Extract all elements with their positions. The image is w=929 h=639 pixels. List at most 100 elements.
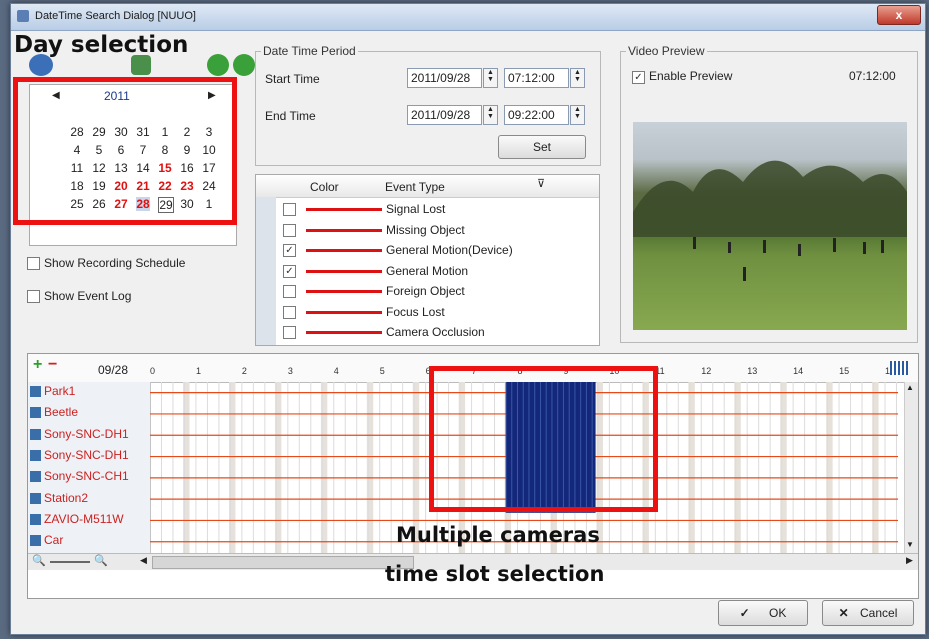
event-row[interactable]: Focus Lost [256, 302, 599, 322]
event-type-label: General Motion(Device) [386, 243, 513, 257]
set-button[interactable]: Set [498, 135, 586, 159]
scroll-up-icon[interactable]: ▲ [906, 383, 914, 392]
camera-name: Car [44, 533, 64, 548]
hour-tick-label: 2 [241, 366, 247, 376]
camera-name: Sony-SNC-DH1 [44, 447, 129, 462]
title-bar: DateTime Search Dialog [NUUO] x [11, 4, 925, 31]
event-checkbox[interactable] [283, 305, 296, 319]
event-color-line [306, 269, 382, 273]
enable-preview-checkbox[interactable]: ✓ [632, 71, 645, 84]
park-scene [633, 160, 907, 281]
event-color-line [306, 290, 382, 293]
filter-icon[interactable]: ⊽ [537, 177, 545, 190]
cancel-x-icon: ✕ [838, 606, 849, 620]
camera-row-label[interactable]: ZAVIO-M511W [28, 510, 156, 529]
ok-button[interactable]: ✓ OK [718, 600, 808, 626]
event-type-label: General Motion [386, 263, 469, 278]
scroll-down-icon[interactable]: ▼ [906, 540, 914, 549]
show-recording-schedule-checkbox[interactable] [27, 257, 40, 270]
camera-row-label[interactable]: Sony-SNC-DH1 [28, 446, 156, 465]
event-row[interactable]: ✓ General Motion [256, 261, 599, 281]
refresh-icon[interactable] [131, 55, 151, 75]
go-forward-icon[interactable] [233, 54, 255, 76]
day-selection-annotation: Day selection [14, 32, 189, 58]
event-type-label: Missing Object [386, 222, 465, 237]
multi-camera-annotation-line1: Multiple cameras [396, 523, 600, 547]
start-time-label: Start Time [265, 72, 320, 86]
start-time-input[interactable]: 07:12:00 [504, 68, 569, 88]
end-time-label: End Time [265, 109, 316, 123]
scroll-left-icon[interactable]: ◀ [140, 555, 147, 566]
event-color-line [306, 208, 382, 211]
event-color-line [306, 228, 382, 232]
zoom-out-icon[interactable]: − [48, 356, 57, 374]
end-time-input[interactable]: 09:22:00 [504, 105, 569, 125]
event-checkbox[interactable] [283, 223, 296, 237]
camera-name: Sony-SNC-CH1 [44, 469, 129, 484]
event-type-table: Color Event Type ⊽ Signal Lost Missing Ob… [255, 174, 600, 346]
camera-icon [30, 513, 41, 525]
camera-row-label[interactable]: Beetle [28, 403, 156, 422]
camera-row-label[interactable]: Park1 [28, 382, 156, 401]
camera-row-label[interactable]: Station2 [28, 489, 156, 508]
camera-icon [30, 535, 41, 547]
hour-tick-label: 13 [747, 366, 758, 376]
end-time-spinner[interactable]: ▲ ▼ [570, 105, 585, 125]
event-checkbox[interactable]: ✓ [283, 264, 296, 278]
event-type-label: Signal Lost [386, 202, 446, 216]
start-time-spinner[interactable]: ▲ ▼ [570, 68, 585, 88]
camera-name: Beetle [44, 405, 79, 420]
end-date-spinner[interactable]: ▲ ▼ [483, 105, 498, 125]
camera-name: Station2 [44, 490, 89, 505]
camera-name: Sony-SNC-DH1 [44, 426, 129, 441]
event-row[interactable]: Signal Lost [256, 199, 599, 219]
scroll-right-icon[interactable]: ▶ [906, 555, 913, 566]
event-checkbox[interactable] [283, 203, 296, 216]
event-row[interactable]: Foreign Object [256, 281, 599, 301]
timeline-scale-icon[interactable] [890, 361, 908, 375]
start-date-spinner[interactable]: ▲ ▼ [483, 68, 498, 88]
go-back-icon[interactable] [207, 54, 229, 76]
event-checkbox[interactable]: ✓ [283, 244, 296, 257]
show-event-log-checkbox[interactable] [27, 290, 40, 303]
end-date-input[interactable]: 2011/09/28 [407, 105, 482, 125]
camera-row-label[interactable]: Car [28, 531, 156, 550]
preview-time: 07:12:00 [849, 69, 896, 83]
ok-check-icon: ✓ [739, 606, 750, 620]
ok-label: OK [769, 606, 787, 620]
start-date-input[interactable]: 2011/09/28 [407, 68, 482, 88]
camera-icon [30, 492, 41, 504]
camera-icon [30, 471, 41, 483]
camera-icon [30, 386, 41, 397]
enable-preview-label: Enable Preview [649, 69, 733, 83]
event-color-line [306, 310, 382, 314]
event-checkbox[interactable] [283, 326, 296, 339]
event-row[interactable]: Missing Object [256, 220, 599, 240]
zoom-max-icon[interactable]: 🔍 [94, 554, 108, 567]
vertical-scrollbar[interactable]: ▲ ▼ [904, 382, 918, 553]
event-type-label: Focus Lost [386, 304, 445, 319]
event-color-line [306, 249, 382, 252]
cancel-button[interactable]: ✕ Cancel [822, 600, 914, 626]
camera-list: Park1 Beetle Sony-SNC-DH1 Sony-SNC-DH1 Sony-… [28, 382, 151, 553]
camera-row-label[interactable]: Sony-SNC-DH1 [28, 425, 156, 444]
hour-tick-label: 12 [701, 366, 712, 376]
hour-tick-label: 4 [333, 366, 339, 376]
horizontal-scroll-thumb[interactable] [152, 556, 414, 569]
camera-icon [30, 407, 41, 419]
hour-tick-label: 0 [150, 366, 156, 376]
event-row[interactable]: ✓ General Motion(Device) [256, 240, 599, 260]
zoom-slider[interactable] [50, 561, 90, 563]
col-color-header: Color [310, 180, 339, 194]
zoom-in-icon[interactable]: + [33, 356, 42, 374]
event-color-line [306, 331, 382, 334]
window-title: DateTime Search Dialog [NUUO] [35, 10, 196, 22]
datetime-period-label: Date Time Period [261, 44, 358, 58]
event-row[interactable]: Camera Occlusion [256, 322, 599, 342]
event-checkbox[interactable] [283, 285, 296, 298]
close-button[interactable]: x [877, 5, 921, 25]
col-event-type-header: Event Type [385, 180, 445, 194]
camera-row-label[interactable]: Sony-SNC-CH1 [28, 467, 156, 486]
zoom-min-icon[interactable]: 🔍 [32, 554, 46, 567]
hour-tick-label: 3 [287, 366, 293, 376]
